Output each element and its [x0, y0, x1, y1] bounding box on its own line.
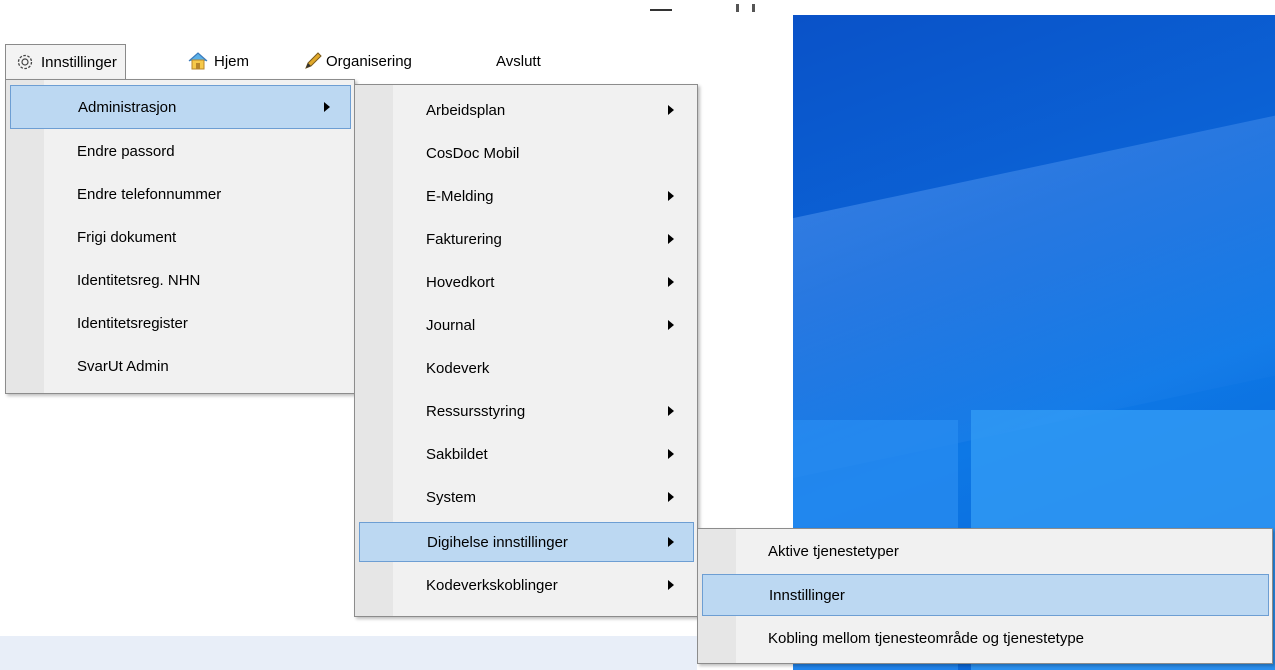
submenu-arrow-icon	[668, 492, 674, 502]
menu-item-label: Hovedkort	[426, 273, 495, 291]
menu-item-label: Kobling mellom tjenesteområde og tjenest…	[768, 629, 1085, 647]
menu-item-svarut-admin[interactable]: SvarUt Admin	[8, 347, 352, 385]
menu-item-label: Kodeverkskoblinger	[426, 576, 558, 594]
menu-item-kodeverkskoblinger[interactable]: Kodeverkskoblinger	[357, 566, 695, 604]
menu-item-identitetsreg-nhn[interactable]: Identitetsreg. NHN	[8, 261, 352, 299]
menu-item-label: Innstillinger	[769, 586, 845, 604]
submenu-arrow-icon	[668, 277, 674, 287]
menu-item-sakbildet[interactable]: Sakbildet	[357, 435, 695, 473]
app-content-strip	[0, 636, 697, 670]
menu-item-digihelse-innstillinger[interactable]: Digihelse innstillinger	[359, 522, 694, 562]
menu-item-label: E-Melding	[426, 187, 494, 205]
menu-item-label: Kodeverk	[426, 359, 490, 377]
menu-item-label: Administrasjon	[78, 98, 177, 116]
menu-item-innstillinger[interactable]: Innstillinger	[702, 574, 1269, 616]
menu-item-e-melding[interactable]: E-Melding	[357, 177, 695, 215]
menu-organisering-label: Organisering	[326, 52, 412, 70]
menu-item-hovedkort[interactable]: Hovedkort	[357, 263, 695, 301]
menu-innstillinger-label: Innstillinger	[41, 53, 117, 71]
menu-hjem[interactable]: Hjem	[187, 43, 249, 79]
menu-item-label: CosDoc Mobil	[426, 144, 520, 162]
menu-item-endre-passord[interactable]: Endre passord	[8, 132, 352, 170]
menu-item-frigi-dokument[interactable]: Frigi dokument	[8, 218, 352, 256]
menu-item-aktive-tjenestetyper[interactable]: Aktive tjenestetyper	[700, 532, 1270, 570]
menu-bar: Innstillinger Hjem Organisering Avslutt	[0, 43, 793, 79]
menu-item-label: Frigi dokument	[77, 228, 177, 246]
menu-item-label: Aktive tjenestetyper	[768, 542, 899, 560]
submenu-arrow-icon	[668, 191, 674, 201]
maximize-icon[interactable]	[736, 4, 739, 12]
dropdown-innstillinger: Administrasjon Endre passord Endre telef…	[5, 79, 355, 394]
submenu-arrow-icon	[668, 234, 674, 244]
menu-item-identitetsregister[interactable]: Identitetsregister	[8, 304, 352, 342]
menu-item-label: System	[426, 488, 477, 506]
menu-avslutt-label: Avslutt	[496, 52, 541, 70]
menu-item-label: Ressursstyring	[426, 402, 526, 420]
dropdown-administrasjon: Arbeidsplan CosDoc Mobil E-Melding Faktu…	[354, 84, 698, 617]
submenu-arrow-icon	[668, 449, 674, 459]
menu-item-label: Endre passord	[77, 142, 175, 160]
menu-item-system[interactable]: System	[357, 478, 695, 516]
menu-item-label: Sakbildet	[426, 445, 488, 463]
menu-item-fakturering[interactable]: Fakturering	[357, 220, 695, 258]
menu-avslutt[interactable]: Avslutt	[496, 43, 541, 79]
submenu-arrow-icon	[668, 580, 674, 590]
submenu-arrow-icon	[668, 537, 674, 547]
menu-item-label: Endre telefonnummer	[77, 185, 222, 203]
maximize-icon-edge	[752, 4, 755, 12]
submenu-arrow-icon	[668, 320, 674, 330]
menu-item-endre-telefonnummer[interactable]: Endre telefonnummer	[8, 175, 352, 213]
submenu-arrow-icon	[668, 406, 674, 416]
menu-item-kobling-tjenesteomrade-tjenestetype[interactable]: Kobling mellom tjenesteområde og tjenest…	[700, 619, 1270, 657]
menu-item-label: Identitetsregister	[77, 314, 188, 332]
menu-item-label: SvarUt Admin	[77, 357, 169, 375]
menu-hjem-label: Hjem	[214, 52, 250, 70]
minimize-icon[interactable]	[650, 9, 672, 11]
pencil-icon	[302, 50, 324, 72]
dropdown-digihelse-innstillinger: Aktive tjenestetyper Innstillinger Kobli…	[697, 528, 1273, 664]
menu-item-label: Fakturering	[426, 230, 502, 248]
menu-item-cosdoc-mobil[interactable]: CosDoc Mobil	[357, 134, 695, 172]
menu-item-arbeidsplan[interactable]: Arbeidsplan	[357, 91, 695, 129]
submenu-arrow-icon	[324, 102, 330, 112]
menu-item-journal[interactable]: Journal	[357, 306, 695, 344]
menu-innstillinger[interactable]: Innstillinger	[5, 44, 126, 79]
menu-item-label: Digihelse innstillinger	[427, 533, 568, 551]
gear-icon	[14, 51, 36, 73]
menu-item-label: Arbeidsplan	[426, 101, 506, 119]
submenu-arrow-icon	[668, 105, 674, 115]
menu-item-label: Identitetsreg. NHN	[77, 271, 201, 289]
menu-item-kodeverk[interactable]: Kodeverk	[357, 349, 695, 387]
home-icon	[187, 50, 209, 72]
menu-item-label: Journal	[426, 316, 476, 334]
menu-item-administrasjon[interactable]: Administrasjon	[10, 85, 351, 129]
menu-organisering[interactable]: Organisering	[302, 43, 412, 79]
menu-item-ressursstyring[interactable]: Ressursstyring	[357, 392, 695, 430]
